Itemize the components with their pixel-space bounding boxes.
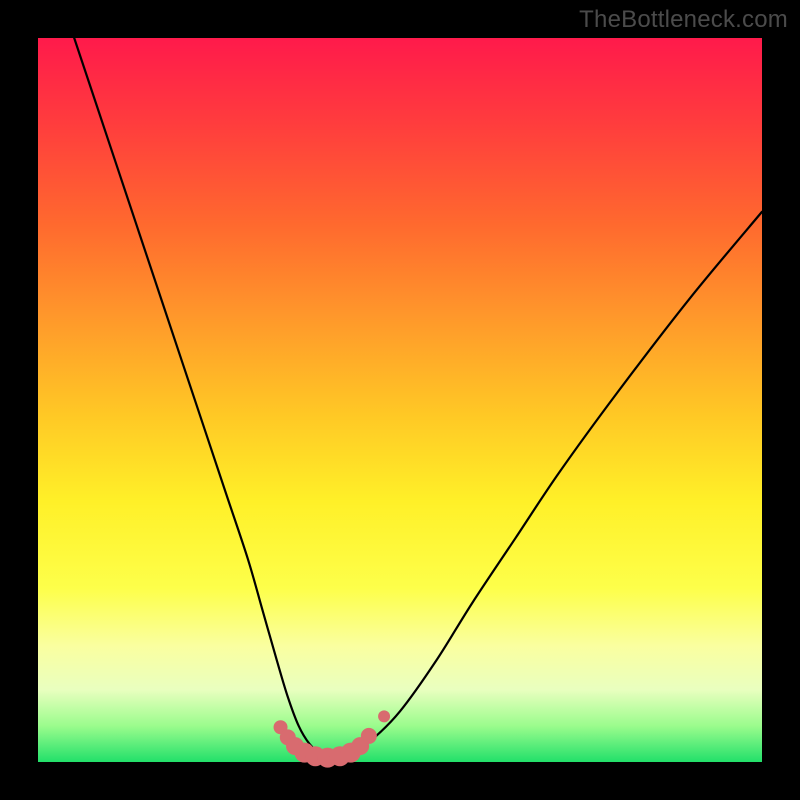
chart-svg — [38, 38, 762, 762]
plot-area — [38, 38, 762, 762]
marker-group — [274, 710, 391, 767]
data-marker — [361, 728, 377, 744]
data-marker — [378, 710, 390, 722]
chart-frame: TheBottleneck.com — [0, 0, 800, 800]
watermark-text: TheBottleneck.com — [579, 6, 788, 34]
bottleneck-curve — [74, 38, 762, 758]
